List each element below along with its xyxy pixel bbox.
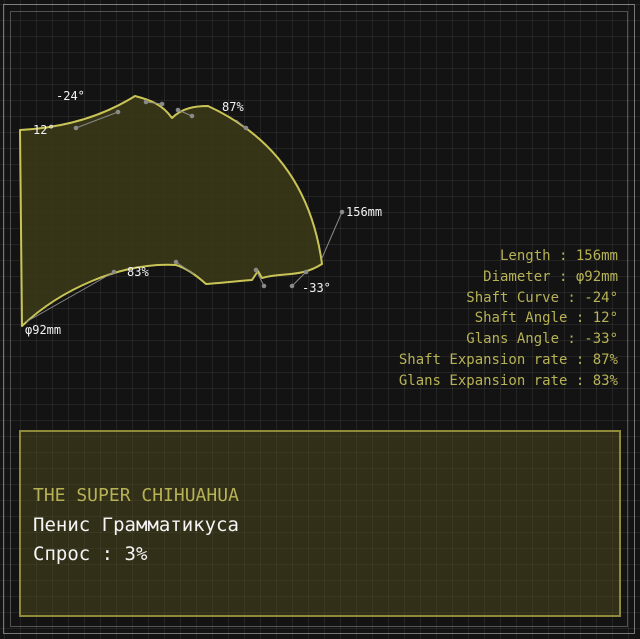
specimen-canvas: -24° 12° 87% 156mm 83% -33° φ92mm Length…: [0, 0, 640, 639]
diameter-label: φ92mm: [25, 323, 61, 337]
stat-shaft-angle: Shaft Angle : 12°: [474, 310, 618, 327]
stat-glans-angle: Glans Angle : -33°: [466, 331, 618, 348]
specimen-outline: [19, 95, 323, 327]
stat-diameter: Diameter : φ92mm: [483, 268, 618, 285]
stats-panel: Length : 156mm Diameter : φ92mm Shaft Curv…: [399, 246, 618, 392]
card-title: THE SUPER CHIHUAHUA: [33, 485, 239, 506]
card-demand: Спрос : 3%: [33, 543, 148, 565]
length-label: 156mm: [346, 205, 382, 219]
stat-shaft-curve: Shaft Curve : -24°: [466, 289, 618, 306]
stat-shaft-expansion: Shaft Expansion rate : 87%: [398, 351, 618, 368]
shaft-expansion-label: 87%: [222, 100, 244, 114]
glans-angle-label: -33°: [302, 281, 331, 295]
stat-glans-expansion: Glans Expansion rate : 83%: [398, 372, 618, 389]
shaft-angle-label: 12°: [33, 123, 55, 137]
card-name: Пенис Грамматикуса: [33, 514, 239, 536]
stat-length: Length : 156mm: [499, 248, 618, 264]
info-card: THE SUPER CHIHUAHUA Пенис Грамматикуса С…: [19, 430, 621, 617]
glans-expansion-label: 83%: [127, 265, 149, 279]
shaft-curve-label: -24°: [56, 89, 85, 103]
